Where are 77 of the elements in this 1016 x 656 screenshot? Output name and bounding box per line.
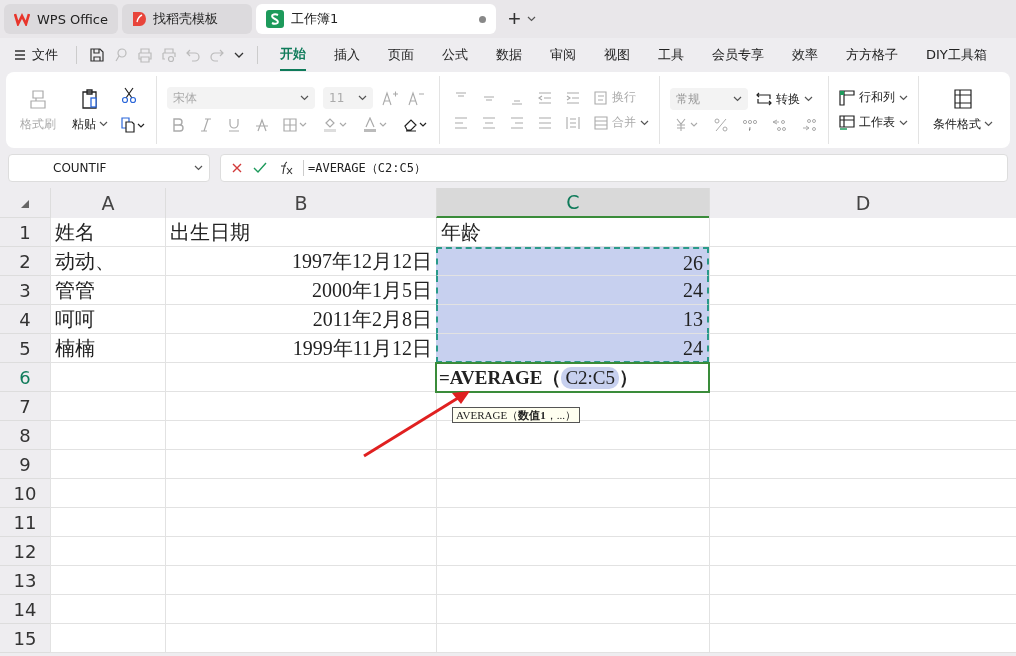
docer-logo-icon xyxy=(132,11,146,27)
ribbon-tab[interactable]: 方方格子 xyxy=(846,40,898,70)
file-menu[interactable]: 文件 xyxy=(32,46,58,64)
conditional-format-icon xyxy=(952,87,974,110)
convert-icon xyxy=(756,92,772,106)
row-header[interactable]: 1 xyxy=(0,218,50,247)
wps-logo-icon xyxy=(14,12,30,26)
unsaved-dot xyxy=(479,15,486,23)
row-header[interactable]: 6 xyxy=(0,363,50,392)
chevron-down-icon[interactable] xyxy=(99,121,108,127)
row-header[interactable]: 3 xyxy=(0,276,50,305)
row-header[interactable]: 10 xyxy=(0,479,50,508)
save-icon[interactable] xyxy=(89,47,105,63)
row-header[interactable]: 5 xyxy=(0,334,50,363)
select-all-icon[interactable] xyxy=(20,199,30,209)
redo-icon[interactable] xyxy=(209,47,225,63)
ribbon-tab[interactable]: 页面 xyxy=(388,40,414,70)
conditional-format-button[interactable]: 条件格式 xyxy=(929,85,997,135)
ribbon-tab[interactable]: DIY工具箱 xyxy=(926,40,987,70)
table-cell: 26 xyxy=(436,247,709,276)
chevron-down-icon[interactable] xyxy=(194,165,203,171)
ribbon-tab[interactable]: 工具 xyxy=(658,40,684,70)
chevron-down-icon[interactable] xyxy=(899,119,908,126)
app-tab[interactable]: 工作簿1 xyxy=(256,4,496,34)
chevron-down-icon[interactable] xyxy=(984,121,993,127)
row-header[interactable]: 14 xyxy=(0,595,50,624)
table-cell: 24 xyxy=(436,276,709,305)
merge-icon xyxy=(594,115,608,130)
ribbon-tab[interactable]: 审阅 xyxy=(550,40,576,70)
convert-button[interactable]: 转换 xyxy=(756,90,813,108)
chevron-down-icon[interactable] xyxy=(233,50,245,60)
ribbon-tab[interactable]: 效率 xyxy=(792,40,818,70)
app-tab[interactable]: 找稻壳模板 xyxy=(122,4,252,34)
worksheet-button[interactable]: 工作表 xyxy=(839,114,908,131)
new-tab-button[interactable]: + xyxy=(500,8,523,30)
worksheet-icon xyxy=(839,114,855,131)
formula-field[interactable]: =AVERAGE（C2:C5） xyxy=(220,154,1008,182)
row-header[interactable]: 15 xyxy=(0,624,50,653)
rows-columns-button[interactable]: 行和列 xyxy=(839,89,908,106)
name-box[interactable]: COUNTIF xyxy=(8,154,210,182)
column-header[interactable]: C xyxy=(436,188,709,218)
row-header[interactable]: 9 xyxy=(0,450,50,479)
formula-text: =AVERAGE（ xyxy=(439,365,562,390)
ribbon-tab[interactable]: 视图 xyxy=(604,40,630,70)
scissors-icon[interactable] xyxy=(120,86,138,104)
row-header[interactable]: 4 xyxy=(0,305,50,334)
confirm-icon[interactable] xyxy=(253,162,267,174)
ribbon-tab[interactable]: 会员专享 xyxy=(712,40,764,70)
paste-button[interactable]: 粘贴 xyxy=(68,85,112,135)
ribbon-tab[interactable]: 数据 xyxy=(496,40,522,70)
row-header[interactable]: 7 xyxy=(0,392,50,421)
spreadsheet-logo-icon xyxy=(266,10,284,28)
row-header[interactable]: 11 xyxy=(0,508,50,537)
row-header[interactable]: 13 xyxy=(0,566,50,595)
row-header[interactable]: 12 xyxy=(0,537,50,566)
chevron-down-icon[interactable] xyxy=(899,94,908,101)
table-cell: 13 xyxy=(436,305,709,334)
print-icon[interactable] xyxy=(137,47,153,63)
row-header[interactable]: 2 xyxy=(0,247,50,276)
ribbon-tab[interactable]: 公式 xyxy=(442,40,468,70)
range-reference: C2:C5 xyxy=(561,366,619,389)
function-tooltip: AVERAGE（数值1，...） xyxy=(452,407,580,423)
cell-editor[interactable]: =AVERAGE（ C2:C5 ） xyxy=(435,362,710,393)
table-cell: 24 xyxy=(436,334,709,363)
ribbon-tab[interactable]: 插入 xyxy=(334,40,360,70)
cancel-icon[interactable] xyxy=(231,162,243,174)
wrap-text-icon xyxy=(594,90,608,105)
row-header[interactable]: 8 xyxy=(0,421,50,450)
chevron-down-icon[interactable] xyxy=(526,16,536,22)
chevron-down-icon[interactable] xyxy=(804,96,813,102)
menu-icon[interactable] xyxy=(14,49,26,61)
print-preview-icon[interactable] xyxy=(161,47,177,63)
copy-icon[interactable] xyxy=(120,116,146,134)
formula-text: ） xyxy=(619,365,638,390)
rows-columns-icon xyxy=(839,89,855,106)
undo-icon[interactable] xyxy=(185,47,201,63)
app-tab[interactable]: WPS Office xyxy=(4,4,118,34)
